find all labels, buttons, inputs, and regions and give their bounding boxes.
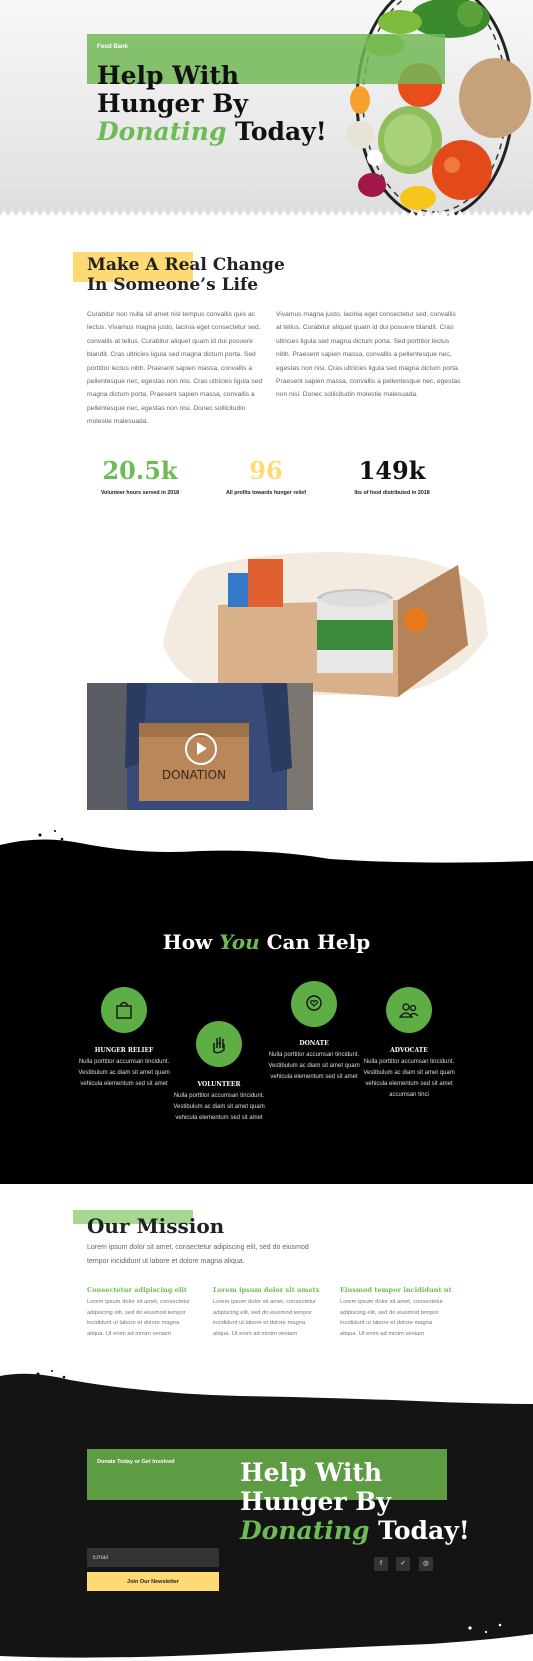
donate-badge bbox=[291, 981, 337, 1027]
help-item-text: Nulla porttitor accumsan tincidunt. Vest… bbox=[268, 1052, 360, 1080]
help-item-title: ADVOCATE bbox=[390, 1047, 428, 1054]
stat-profits: 96 bbox=[249, 456, 283, 485]
advocate-badge bbox=[386, 987, 432, 1033]
footer-title-today: Today! bbox=[369, 1516, 470, 1545]
help-title-help: Help bbox=[316, 930, 371, 954]
change-title-line2: In Someone’s Life bbox=[87, 275, 259, 295]
brush-divider-footer bbox=[0, 1370, 533, 1408]
mission-column-title: Lorem ipsum dolor sit ametx bbox=[213, 1286, 320, 1294]
how-you-can-help-section bbox=[0, 868, 533, 1184]
footer-title-hunger: Hunger bbox=[240, 1487, 347, 1516]
footer-title-donating: Donating bbox=[240, 1516, 370, 1545]
change-title: Make A Real Change In Someone’s Life bbox=[87, 255, 285, 295]
mission-title: Our Mission bbox=[87, 1214, 225, 1238]
help-item-title: VOLUNTEER bbox=[197, 1081, 241, 1088]
twitter-icon[interactable]: ✓ bbox=[396, 1557, 410, 1571]
mission-column-title: Eiusmod tempor incididunt ut bbox=[340, 1286, 452, 1294]
help-title-you: You bbox=[219, 930, 260, 954]
join-newsletter-button[interactable]: Join Our Newsletter bbox=[87, 1572, 219, 1591]
hero-title-by: By bbox=[203, 89, 248, 118]
stat-food-distributed: 149k bbox=[358, 456, 426, 485]
footer-title-line1: Help With bbox=[240, 1458, 383, 1487]
stat-food-distributed-label: lbs of food distributed in 2018 bbox=[354, 490, 430, 496]
heart-hand-icon bbox=[306, 995, 322, 1011]
hero-title-today: Today! bbox=[226, 117, 327, 146]
mission-column-text: Lorem ipsum dolor sit amet, consectetur … bbox=[213, 1299, 317, 1337]
hunger-relief-badge bbox=[101, 987, 147, 1033]
people-icon bbox=[399, 1003, 419, 1018]
help-item-text: Nulla porttitor accumsan tincidunt. Vest… bbox=[78, 1059, 170, 1087]
instagram-icon[interactable]: ◎ bbox=[419, 1557, 433, 1571]
mission-intro: Lorem ipsum dolor sit amet, consectetur … bbox=[87, 1244, 309, 1265]
bag-icon bbox=[116, 1001, 132, 1019]
zigzag-divider bbox=[0, 210, 533, 222]
video-box-text: DONATION bbox=[162, 768, 226, 782]
volunteer-badge bbox=[196, 1021, 242, 1067]
help-item-title: DONATE bbox=[299, 1040, 329, 1047]
mission-column-text: Lorem ipsum dolor sit amet, consectetur … bbox=[87, 1299, 191, 1337]
play-icon bbox=[197, 742, 207, 755]
help-title-how: How bbox=[162, 930, 220, 954]
hero-section: Food Bank Help With Hunger By Donating T… bbox=[0, 0, 533, 222]
help-title-can: Can bbox=[259, 930, 317, 954]
hand-heart-icon bbox=[213, 1037, 225, 1054]
footer-eyebrow: Donate Today or Get Involved bbox=[97, 1459, 175, 1465]
mission-column-text: Lorem ipsum dolor sit amet, consectetur … bbox=[340, 1299, 444, 1337]
hero-title: Help With Hunger By Donating Today! bbox=[97, 62, 327, 146]
brush-divider-top bbox=[0, 830, 533, 871]
help-item-text: Nulla porttitor accumsan tincidunt. Vest… bbox=[173, 1093, 265, 1121]
hero-title-line1: Help With bbox=[97, 61, 240, 90]
help-title: How You Can Help bbox=[0, 930, 533, 954]
email-input[interactable] bbox=[87, 1548, 219, 1567]
change-paragraph-right: Vivamus magna justo, lacinia eget consec… bbox=[276, 311, 461, 399]
donation-box-image bbox=[163, 552, 488, 697]
brush-divider-bottom bbox=[0, 1623, 533, 1661]
hero-title-donating: Donating bbox=[97, 117, 227, 146]
mission-column-title: Consectetur adipiscing elit bbox=[87, 1286, 187, 1294]
change-paragraph-left: Curabitur non nulla sit amet nisl tempus… bbox=[87, 311, 263, 426]
hero-eyebrow: Food Bank bbox=[97, 44, 128, 50]
play-button[interactable] bbox=[185, 733, 217, 765]
footer-title: Help With Hunger By Donating Today! bbox=[240, 1458, 470, 1545]
change-title-line1: Make A Real Change bbox=[87, 255, 285, 275]
hero-title-hunger: Hunger bbox=[97, 89, 204, 118]
stat-volunteer-hours: 20.5k bbox=[102, 456, 178, 485]
facebook-icon[interactable]: f bbox=[374, 1557, 388, 1571]
footer-title-by: By bbox=[346, 1487, 391, 1516]
help-item-text: Nulla porttitor accumsan tincidunt. Vest… bbox=[363, 1059, 455, 1098]
help-item-title: HUNGER RELIEF bbox=[94, 1047, 154, 1054]
